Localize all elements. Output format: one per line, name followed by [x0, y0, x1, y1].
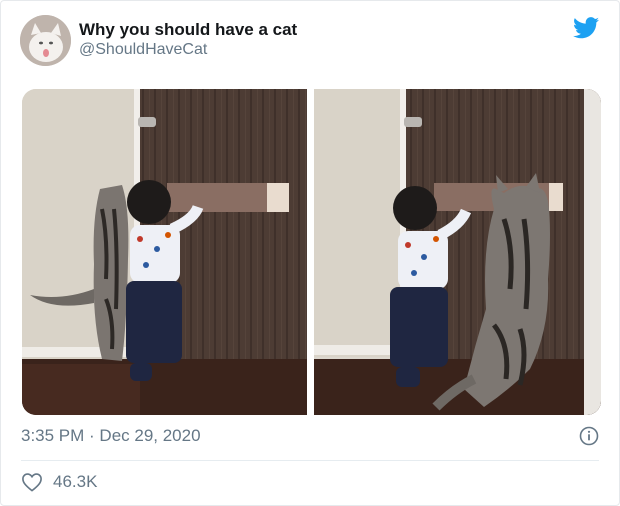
- avatar-cat-image: [20, 15, 71, 66]
- tweet-photo-left[interactable]: [22, 89, 307, 415]
- photo-right-image: [314, 89, 601, 415]
- author-handle[interactable]: @ShouldHaveCat: [79, 41, 207, 59]
- info-icon[interactable]: [579, 426, 599, 446]
- author-name[interactable]: Why you should have a cat: [79, 20, 297, 40]
- heart-icon[interactable]: [21, 472, 43, 492]
- tweet-photo-right[interactable]: [314, 89, 601, 415]
- like-count: 46.3K: [53, 472, 98, 491]
- like-action[interactable]: 46.3K: [21, 472, 97, 492]
- avatar[interactable]: [20, 15, 71, 66]
- tweet-card: Why you should have a cat @ShouldHaveCat: [0, 0, 620, 506]
- photo-left-image: [22, 89, 307, 415]
- twitter-bird-icon[interactable]: [573, 17, 599, 39]
- divider: [21, 460, 599, 461]
- tweet-timestamp[interactable]: 3:35 PM · Dec 29, 2020: [21, 426, 201, 446]
